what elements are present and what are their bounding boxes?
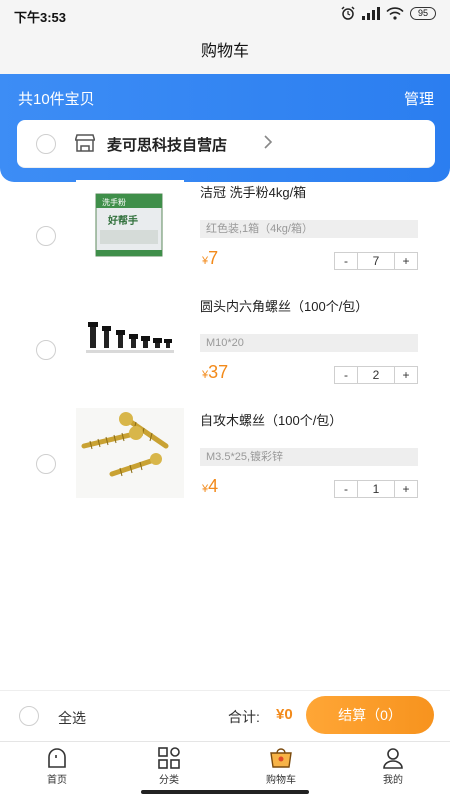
- item-name[interactable]: 圆头内六角螺丝（100个/包）: [200, 296, 368, 315]
- item-price: ¥37: [202, 362, 229, 382]
- cart-item: 洗手粉 好帮手 洁冠 洗手粉4kg/箱 红色装,1箱（4kg/箱） ¥7 - 7…: [0, 180, 450, 290]
- chevron-right-icon[interactable]: [261, 132, 275, 152]
- quantity-stepper: - 1 +: [334, 480, 418, 498]
- increase-button[interactable]: +: [395, 481, 417, 497]
- cart-icon: [270, 748, 292, 768]
- checkout-bar: 全选 合计: ¥0 结算（0）: [0, 690, 450, 740]
- signal-icon: [362, 6, 380, 20]
- item-name[interactable]: 洁冠 洗手粉4kg/箱: [200, 182, 306, 201]
- item-select-radio[interactable]: [36, 226, 56, 246]
- select-all-label[interactable]: 全选: [58, 708, 86, 728]
- wifi-icon: [386, 6, 404, 20]
- status-time: 下午3:53: [14, 10, 67, 25]
- powder-bag-brand: 好帮手: [107, 214, 138, 227]
- total-label: 合计:: [228, 709, 260, 725]
- powder-bag-label: 洗手粉: [102, 197, 126, 207]
- cart-item: 圆头内六角螺丝（100个/包） M10*20 ¥37 - 2 +: [0, 294, 450, 404]
- status-icons: 95: [340, 6, 436, 20]
- quantity-stepper: - 7 +: [334, 252, 418, 270]
- item-price: ¥4: [202, 476, 219, 496]
- quantity-value[interactable]: 1: [357, 481, 395, 497]
- item-spec[interactable]: M10*20: [200, 334, 418, 352]
- manage-button[interactable]: 管理: [404, 88, 434, 109]
- tab-profile[interactable]: 我的: [348, 742, 438, 788]
- tab-label: 我的: [383, 775, 403, 786]
- shop-name: 麦可思科技自营店: [107, 137, 228, 154]
- decrease-button[interactable]: -: [335, 367, 357, 383]
- decrease-button[interactable]: -: [335, 481, 357, 497]
- cart-item: 自攻木螺丝（100个/包） M3.5*25,镀彩锌 ¥4 - 1 +: [0, 408, 450, 518]
- item-select-radio[interactable]: [36, 454, 56, 474]
- item-name[interactable]: 自攻木螺丝（100个/包）: [200, 410, 342, 429]
- category-icon: [158, 747, 180, 769]
- tab-cart[interactable]: 购物车: [236, 742, 326, 788]
- store-icon: [75, 134, 95, 152]
- tab-label: 分类: [159, 775, 179, 786]
- item-select-radio[interactable]: [36, 340, 56, 360]
- item-spec[interactable]: 红色装,1箱（4kg/箱）: [200, 220, 418, 238]
- tab-label: 首页: [47, 775, 67, 786]
- quantity-value[interactable]: 2: [357, 367, 395, 383]
- battery-icon: 95: [410, 6, 436, 20]
- product-image[interactable]: [76, 294, 184, 384]
- cart-item-count: 共10件宝贝: [18, 91, 95, 108]
- tab-home[interactable]: 首页: [12, 742, 102, 788]
- quantity-value[interactable]: 7: [357, 253, 395, 269]
- tab-category[interactable]: 分类: [124, 742, 214, 788]
- product-image[interactable]: 洗手粉 好帮手: [76, 180, 184, 270]
- increase-button[interactable]: +: [395, 253, 417, 269]
- item-price: ¥7: [202, 248, 219, 268]
- decrease-button[interactable]: -: [335, 253, 357, 269]
- select-all-radio[interactable]: [19, 706, 39, 726]
- product-image[interactable]: [76, 408, 184, 498]
- home-icon: [48, 748, 66, 768]
- increase-button[interactable]: +: [395, 367, 417, 383]
- shop-select-radio[interactable]: [36, 134, 56, 154]
- total-amount: ¥0: [276, 706, 293, 723]
- status-bar: 下午3:53 95: [0, 0, 450, 30]
- profile-icon: [383, 748, 403, 769]
- home-indicator: [141, 790, 309, 794]
- tab-label: 购物车: [266, 775, 296, 786]
- item-spec[interactable]: M3.5*25,镀彩锌: [200, 448, 418, 466]
- page-title: 购物车: [0, 30, 450, 74]
- checkout-button[interactable]: 结算（0）: [306, 696, 434, 734]
- quantity-stepper: - 2 +: [334, 366, 418, 384]
- shop-header[interactable]: 麦可思科技自营店: [17, 120, 435, 168]
- alarm-icon: [341, 6, 355, 20]
